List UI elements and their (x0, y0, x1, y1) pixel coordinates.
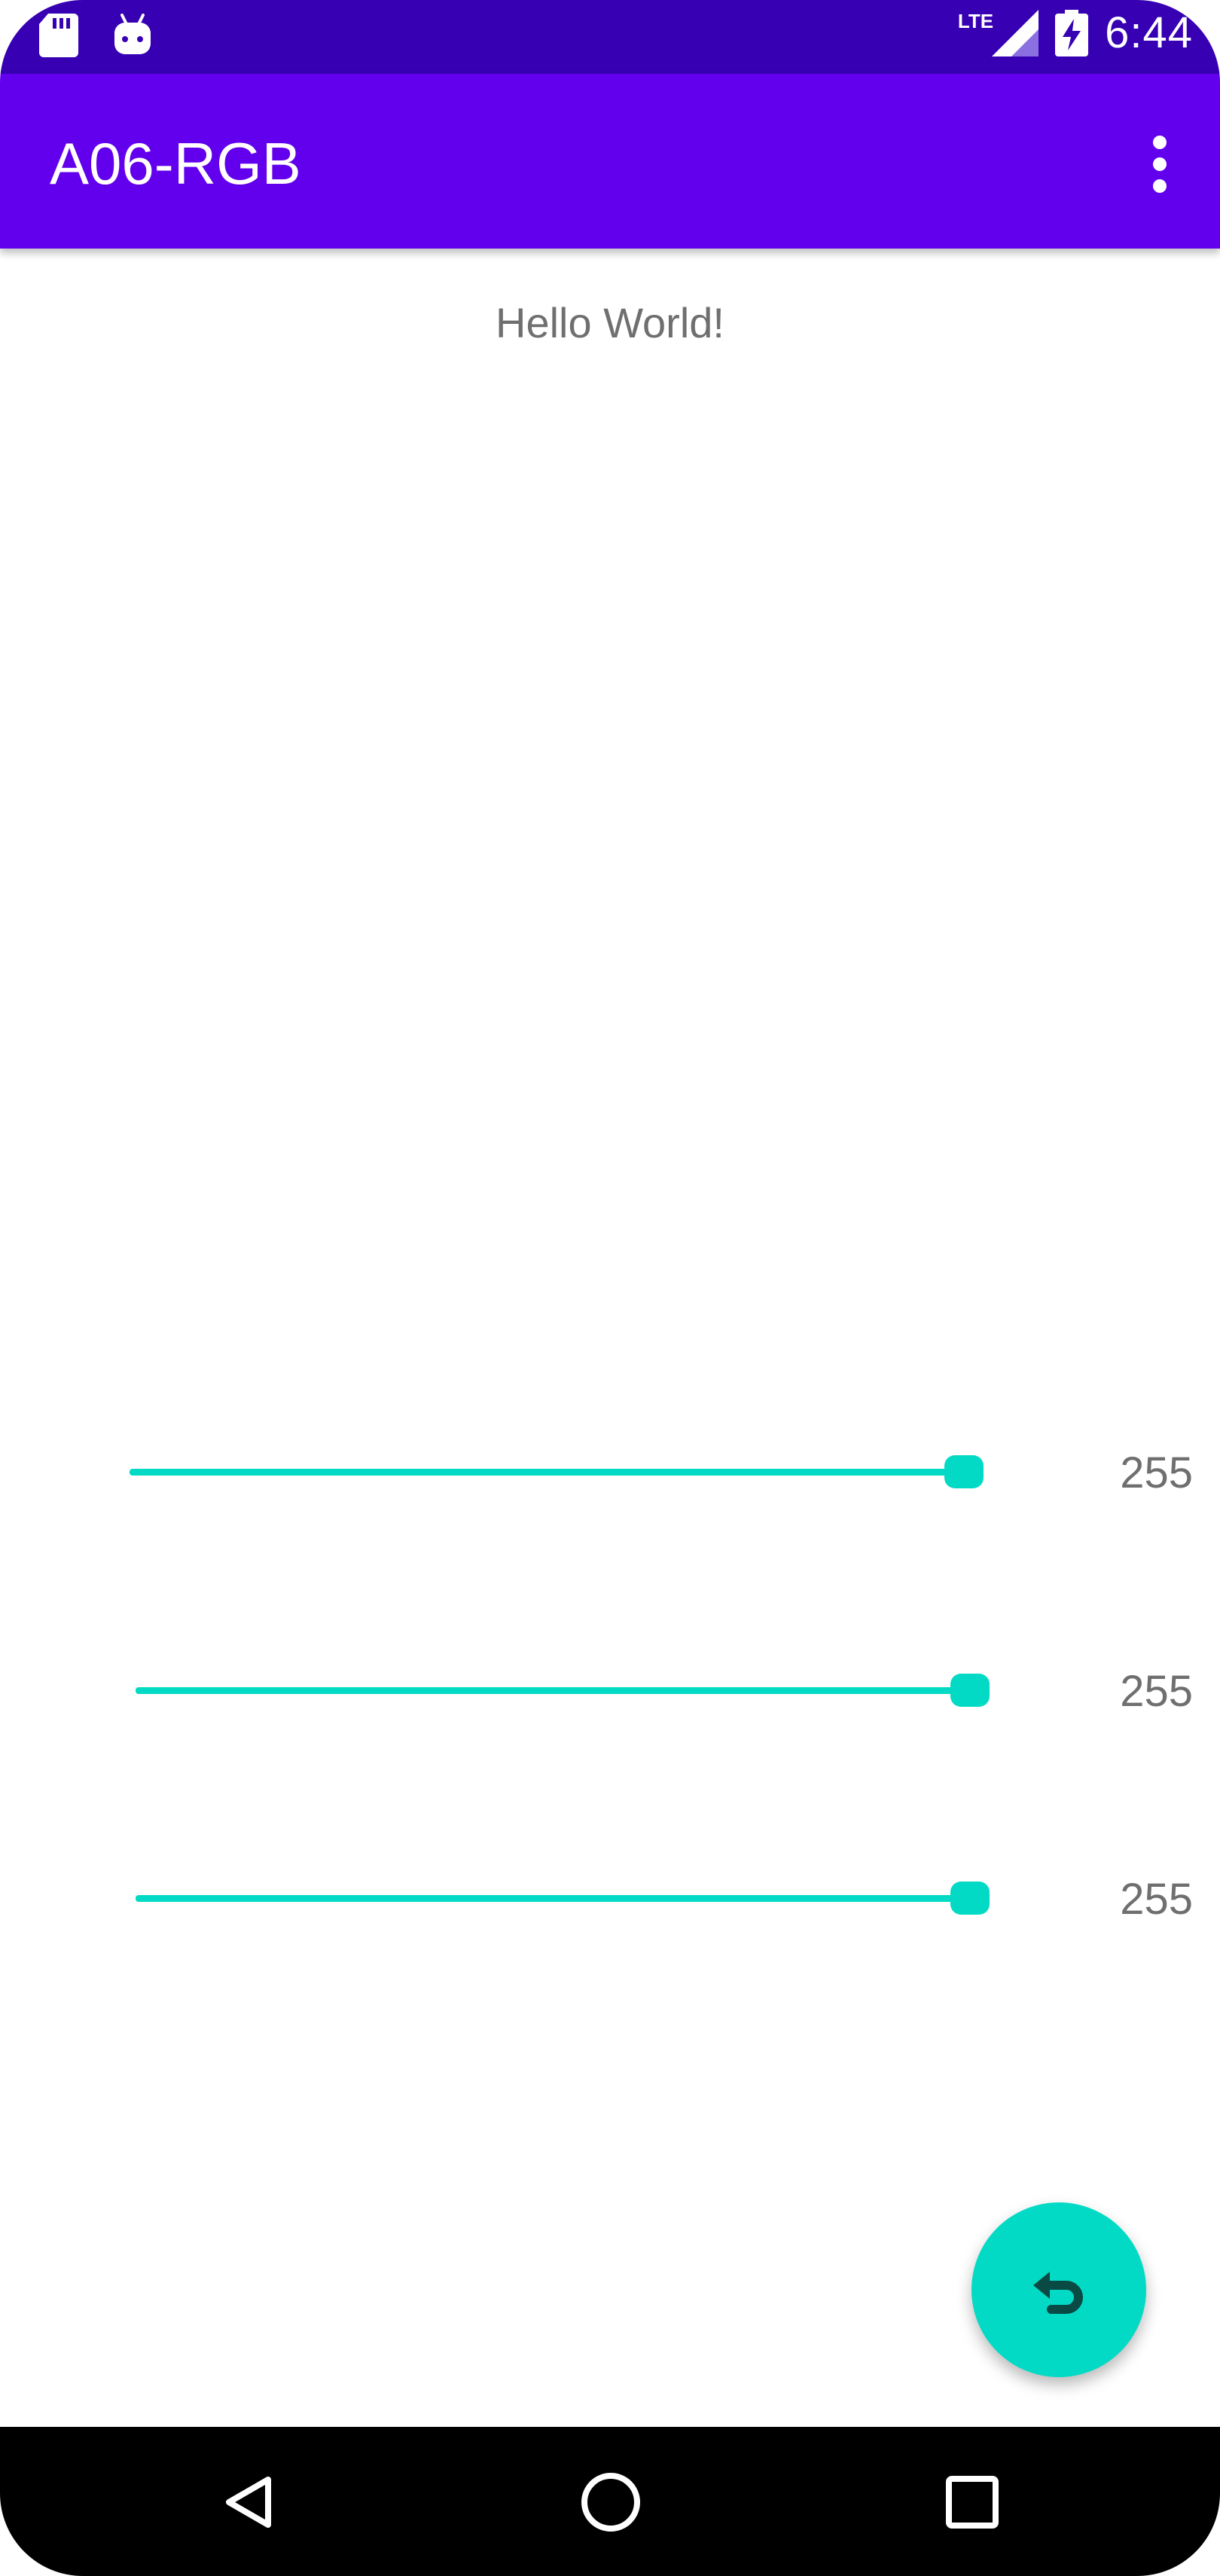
greeting-text: Hello World! (496, 299, 724, 346)
reset-fab-button[interactable] (971, 2202, 1146, 2377)
sd-card-icon (39, 14, 78, 57)
undo-icon (1033, 2272, 1083, 2314)
status-bar: LTE 6:44 (0, 0, 1220, 74)
signal-icon (992, 9, 1039, 56)
battery-charging-icon (1055, 9, 1089, 56)
blue-value: 255 (1120, 1875, 1193, 1924)
slider-row-red: 255 (0, 1442, 1220, 1502)
red-value: 255 (1120, 1448, 1193, 1497)
green-slider-track[interactable] (136, 1687, 987, 1694)
green-value: 255 (1120, 1667, 1193, 1716)
app-title: A06-RGB (50, 130, 301, 197)
phone-screen: LTE 6:44 A06-RGB Hello World! 255 255 25… (0, 0, 1220, 2576)
red-slider-thumb[interactable] (944, 1455, 984, 1488)
app-bar: A06-RGB (0, 74, 1220, 249)
slider-row-blue: 255 (0, 1868, 1220, 1928)
blue-slider-track[interactable] (136, 1895, 987, 1902)
android-icon (114, 14, 151, 54)
network-type-label: LTE (957, 10, 994, 32)
navigation-bar (0, 2427, 1220, 2576)
blue-slider-thumb[interactable] (950, 1882, 990, 1915)
slider-row-green: 255 (0, 1660, 1220, 1720)
recents-icon[interactable] (931, 2461, 1014, 2544)
status-time: 6:44 (1105, 8, 1193, 57)
home-icon[interactable] (569, 2461, 652, 2544)
red-slider-track[interactable] (130, 1469, 981, 1476)
back-icon[interactable] (208, 2461, 291, 2544)
more-vert-icon[interactable] (1130, 127, 1190, 202)
green-slider-thumb[interactable] (950, 1674, 990, 1707)
